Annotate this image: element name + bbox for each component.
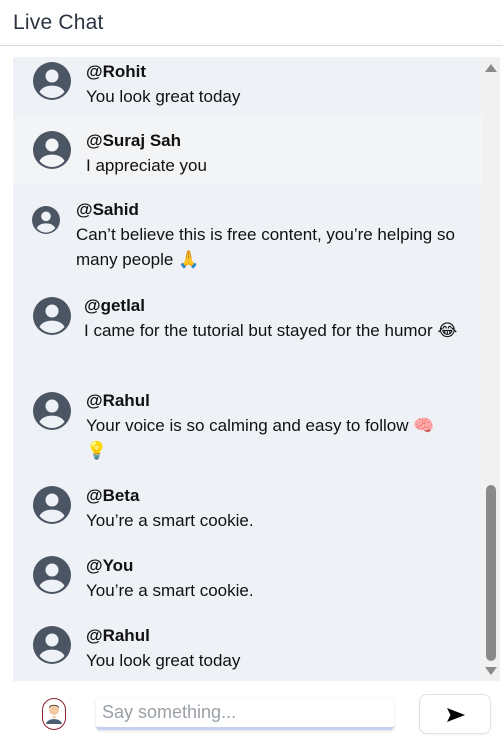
scroll-up-arrow-icon[interactable] (485, 64, 497, 72)
live-chat-window: Live Chat @Rohit You look great today @S… (0, 0, 503, 738)
user-circle-icon (33, 626, 71, 664)
user-circle-icon (33, 556, 71, 594)
user-circle-icon (33, 297, 71, 335)
user-circle-icon (32, 206, 60, 234)
chat-message: @Rohit You look great today (13, 57, 482, 114)
page-title: Live Chat (13, 11, 104, 34)
message-text: Your voice is so calming and easy to fol… (86, 416, 435, 460)
chat-message: @Rahul You look great today (13, 609, 482, 681)
message-text: You look great today (86, 651, 241, 670)
message-text: Can’t believe this is free content, you’… (76, 225, 455, 269)
chat-message: @Rahul Your voice is so calming and easy… (13, 374, 482, 469)
message-list[interactable]: @Rohit You look great today @Suraj Sah I… (13, 57, 482, 681)
scroll-down-arrow-icon[interactable] (485, 667, 497, 675)
user-circle-icon (33, 131, 71, 169)
user-avatar-icon[interactable] (42, 698, 66, 730)
user-circle-icon (33, 62, 71, 100)
message-list-scrollbar[interactable] (482, 57, 500, 681)
message-username: @getlal (84, 296, 145, 315)
send-arrow-icon (447, 708, 465, 722)
user-circle-icon (33, 486, 71, 524)
message-text: I came for the tutorial but stayed for t… (84, 321, 458, 340)
message-username: @Suraj Sah (86, 131, 181, 150)
message-input[interactable] (96, 698, 394, 730)
user-circle-icon (33, 392, 71, 430)
chat-message: @You You’re a smart cookie. (13, 539, 482, 609)
message-text: I appreciate you (86, 156, 207, 175)
message-username: @Sahid (76, 200, 139, 219)
chat-message: @getlal I came for the tutorial but stay… (13, 279, 482, 374)
chat-header: Live Chat (0, 0, 503, 46)
chat-message: @Sahid Can’t believe this is free conten… (13, 184, 482, 279)
message-username: @Rahul (86, 391, 150, 410)
send-button[interactable] (419, 694, 491, 734)
message-text: You look great today (86, 87, 241, 106)
chat-message: @Beta You’re a smart cookie. (13, 469, 482, 539)
message-username: @You (86, 556, 134, 575)
message-username: @Rohit (86, 62, 147, 81)
message-username: @Rahul (86, 626, 150, 645)
message-text: You’re a smart cookie. (86, 511, 254, 530)
chat-message: @Suraj Sah I appreciate you (13, 114, 482, 184)
message-username: @Beta (86, 486, 140, 505)
scrollbar-thumb[interactable] (486, 485, 496, 661)
message-text: You’re a smart cookie. (86, 581, 254, 600)
message-composer (0, 690, 503, 738)
